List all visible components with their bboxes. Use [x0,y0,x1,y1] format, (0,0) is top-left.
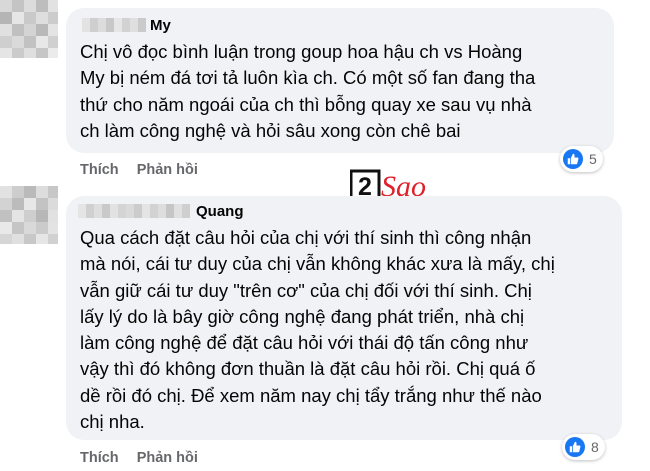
reaction-summary[interactable]: 5 [560,146,603,172]
reaction-count: 5 [589,151,597,167]
comment-actions: Thích Phản hồi [80,162,198,178]
comment-line: vậy thì đó không đơn thuần là đặt câu hỏ… [80,358,536,380]
comment-line: Chị vô đọc bình luận trong goup hoa hậu … [80,41,523,62]
like-button[interactable]: Thích [80,162,119,178]
like-button[interactable]: Thích [80,450,119,466]
avatar[interactable] [0,0,58,58]
comment-line: làm công nghệ để đặt câu hỏi với thái độ… [80,332,529,354]
comment-text: Qua cách đặt câu hỏi của chị với thí sin… [80,225,555,435]
blurred-author-name [78,204,190,218]
comment-bubble: Quang Qua cách đặt câu hỏi của chị với t… [66,196,622,440]
like-icon [563,149,583,169]
comment-line: vẫn giữ cái tư duy "trên cơ" của chị đối… [80,279,532,301]
comment-line: thứ cho năm ngoái của ch thì bỗng quay x… [80,93,532,115]
blurred-author-name [82,18,146,32]
comment-line: My bị ném đá tơi tả luôn kìa ch. Có một … [80,67,536,89]
comment-author[interactable]: My [150,17,171,34]
reply-button[interactable]: Phản hồi [137,162,198,178]
reaction-summary[interactable]: 8 [562,434,605,460]
reaction-count: 8 [591,439,599,455]
comment-line: lấy lý do là bây giờ công nghệ đang phát… [80,305,525,327]
comment-line: Qua cách đặt câu hỏi của chị với thí sin… [80,227,532,248]
comment-line: chị nha. [80,411,145,433]
comment-line: dề rồi đó chị. Để xem năm nay chị tẩy tr… [80,384,542,406]
comment-actions: Thích Phản hồi [80,450,198,466]
comment-author[interactable]: Quang [196,203,244,220]
comment-bubble: My Chị vô đọc bình luận trong goup hoa h… [66,8,614,153]
comment-text: Chị vô đọc bình luận trong goup hoa hậu … [80,39,535,144]
comment-line: mà nói, cái tư duy của chị vẫn không khá… [80,253,555,275]
comment-line: ch làm công nghệ và hỏi sâu xong còn chê… [80,119,461,141]
like-icon [565,437,585,457]
avatar[interactable] [0,186,58,244]
reply-button[interactable]: Phản hồi [137,450,198,466]
